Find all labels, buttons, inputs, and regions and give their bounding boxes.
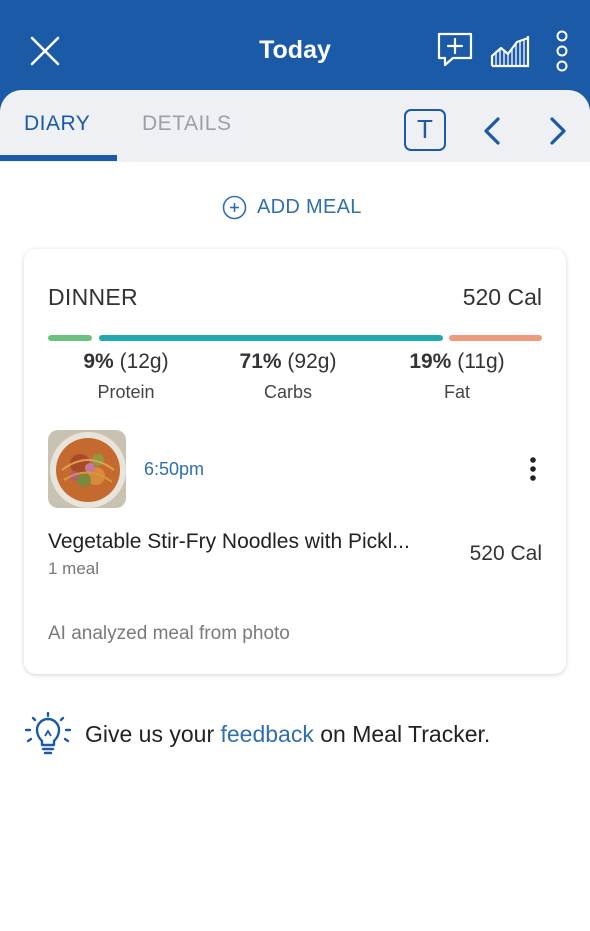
- feedback-banner: Give us your feedback on Meal Tracker.: [23, 712, 490, 756]
- more-options-button[interactable]: [552, 30, 572, 72]
- meal-time: 6:50pm: [144, 459, 205, 479]
- ai-analysis-note: AI analyzed meal from photo: [48, 623, 290, 644]
- macro-protein: 9% (12g) Protein: [62, 350, 190, 403]
- trend-chart-button[interactable]: [489, 30, 531, 70]
- carbs-bar: [99, 335, 443, 341]
- meal-calories: 520 Cal: [462, 284, 542, 310]
- fat-grams: (11g): [457, 350, 505, 373]
- carbs-label: Carbs: [263, 382, 312, 402]
- active-tab-indicator: [0, 155, 117, 161]
- fat-percent: 19%: [409, 350, 452, 373]
- add-meal-button[interactable]: ADD MEAL: [222, 193, 362, 221]
- add-comment-button[interactable]: [435, 30, 475, 70]
- food-calories: 520 Cal: [469, 542, 542, 565]
- food-quantity: 1 meal: [48, 559, 100, 578]
- entry-more-button[interactable]: [524, 455, 542, 485]
- feedback-prefix: Give us your: [85, 720, 221, 747]
- today-button[interactable]: T: [404, 109, 446, 151]
- meal-photo[interactable]: [48, 430, 126, 508]
- meal-card: DINNER 520 Cal 9% (12g) Protein 71% (92g…: [24, 249, 566, 674]
- add-circle-icon: [222, 195, 247, 219]
- feedback-link[interactable]: feedback: [221, 721, 314, 747]
- chevron-left-icon: [484, 117, 500, 145]
- add-comment-icon: [437, 32, 473, 67]
- protein-grams: (12g): [119, 350, 169, 373]
- macro-carbs: 71% (92g) Carbs: [224, 350, 352, 403]
- fat-bar: [449, 335, 542, 341]
- page-title: Today: [259, 36, 331, 64]
- feedback-suffix: on Meal Tracker.: [313, 720, 491, 747]
- protein-label: Protein: [97, 382, 155, 402]
- next-day-button[interactable]: [542, 114, 572, 148]
- add-meal-label: ADD MEAL: [257, 195, 362, 218]
- more-vertical-icon: [556, 30, 568, 72]
- close-icon: [30, 36, 60, 66]
- protein-bar: [48, 335, 92, 341]
- carbs-percent: 71%: [239, 350, 282, 373]
- trend-chart-icon: [490, 36, 530, 68]
- more-vertical-icon: [530, 457, 536, 481]
- tab-bar: DIARY DETAILS T: [0, 90, 590, 162]
- tab-details[interactable]: DETAILS: [142, 112, 231, 136]
- fat-label: Fat: [443, 382, 470, 402]
- protein-percent: 9%: [83, 350, 114, 373]
- tab-diary[interactable]: DIARY: [24, 112, 90, 136]
- food-name[interactable]: Vegetable Stir-Fry Noodles with Pickl...: [48, 530, 458, 554]
- meal-name: DINNER: [48, 284, 138, 310]
- carbs-grams: (92g): [287, 350, 337, 373]
- macro-fat: 19% (11g) Fat: [393, 350, 521, 403]
- lightbulb-icon: [24, 712, 72, 755]
- chevron-right-icon: [550, 117, 566, 145]
- close-button[interactable]: [28, 34, 62, 68]
- feedback-text: Give us your feedback on Meal Tracker.: [85, 721, 490, 748]
- previous-day-button[interactable]: [478, 114, 508, 148]
